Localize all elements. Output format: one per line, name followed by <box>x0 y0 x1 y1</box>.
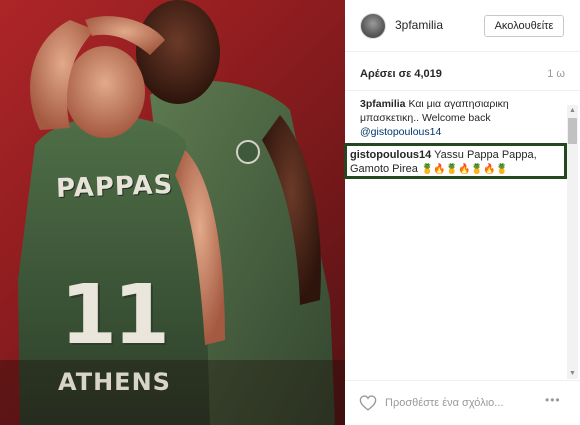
post-footer: ••• <box>345 380 580 425</box>
post-header: 3pfamilia Ακολουθείτε <box>345 0 580 52</box>
comment-emoji-sequence: 🍍🔥🍍🔥🍍🔥🍍 <box>420 164 509 175</box>
post-photo[interactable]: PAPPAS 11 ATHENS <box>0 0 345 425</box>
jersey-city-text: ATHENS <box>58 368 171 396</box>
highlighted-comment-box: gistopoulous14 Yassu Pappa Pappa, Gamoto… <box>344 143 567 179</box>
euroleague-badge-icon <box>236 140 260 164</box>
caption-author[interactable]: 3pfamilia <box>360 98 406 110</box>
add-comment-input[interactable] <box>385 394 535 412</box>
highlighted-comment: gistopoulous14 Yassu Pappa Pappa, Gamoto… <box>350 148 564 177</box>
caption-mention-link[interactable]: @gistopoulous14 <box>360 126 441 138</box>
more-options-icon[interactable]: ••• <box>545 393 561 407</box>
jersey-name-text: PAPPAS <box>55 169 174 205</box>
comments-scrollbar[interactable]: ▲ ▼ <box>567 105 578 379</box>
scroll-down-arrow-icon[interactable]: ▼ <box>567 368 578 379</box>
post-author-username[interactable]: 3pfamilia <box>395 18 443 32</box>
post-timestamp[interactable]: 1 ω <box>547 68 565 80</box>
avatar[interactable] <box>360 13 386 39</box>
post-details-panel: 3pfamilia Ακολουθείτε Αρέσει σε 4,019 1 … <box>344 0 580 425</box>
heart-icon[interactable] <box>359 395 377 411</box>
caption-comment: 3pfamilia Και μια αγαπησιαρικη μπασκετικ… <box>360 97 560 139</box>
jersey-number-text: 11 <box>60 268 170 363</box>
scrollbar-thumb[interactable] <box>568 118 577 144</box>
photo-illustration <box>0 0 345 425</box>
likes-count[interactable]: Αρέσει σε 4,019 <box>360 68 442 80</box>
scroll-up-arrow-icon[interactable]: ▲ <box>567 105 578 116</box>
following-button[interactable]: Ακολουθείτε <box>484 15 564 37</box>
comment-author[interactable]: gistopoulous14 <box>350 149 431 161</box>
comments-section: 3pfamilia Και μια αγαπησιαρικη μπασκετικ… <box>344 90 580 379</box>
